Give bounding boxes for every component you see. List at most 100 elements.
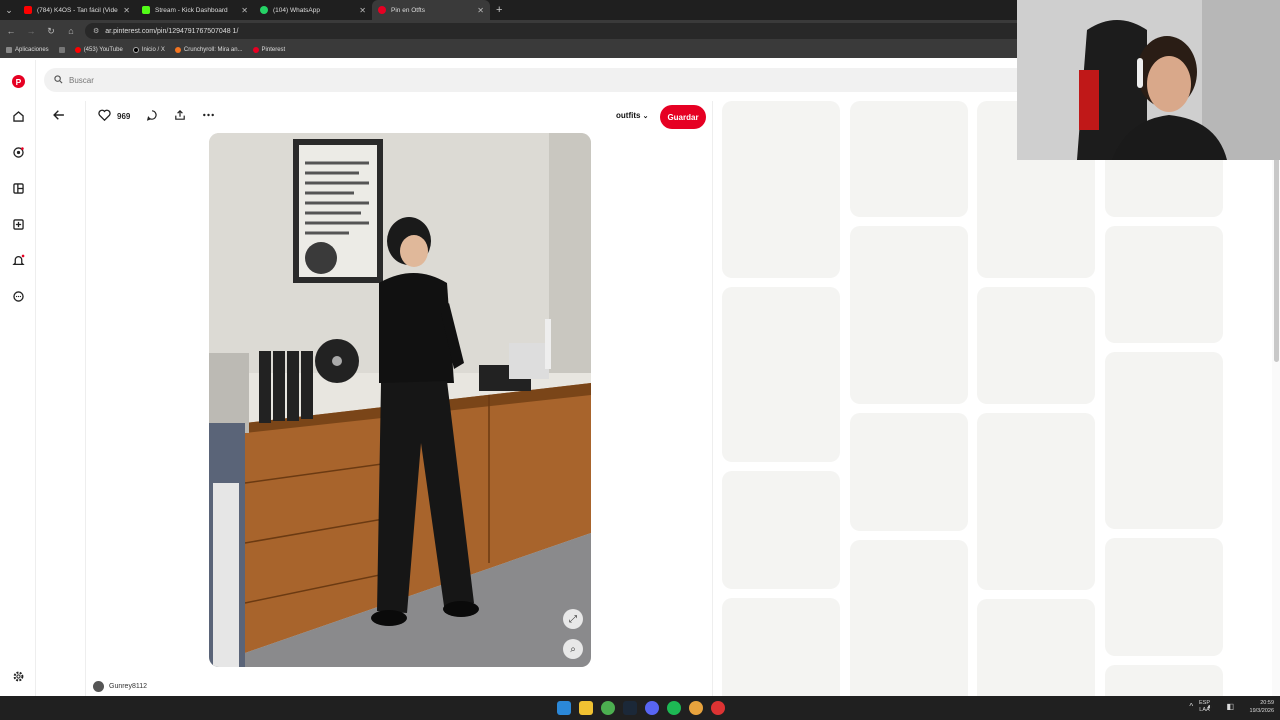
app-icon[interactable] <box>711 701 725 715</box>
bookmark-grid[interactable] <box>58 47 65 53</box>
pin-placeholder <box>1105 352 1223 529</box>
pin-placeholder <box>722 598 840 708</box>
visual-search-icon[interactable]: ⌕ <box>563 639 583 659</box>
bookmark-youtube[interactable]: (453) YouTube <box>74 47 123 53</box>
pin-placeholder <box>977 287 1095 404</box>
pin-placeholder <box>850 101 968 217</box>
pin-placeholder <box>977 599 1095 709</box>
create-icon[interactable] <box>9 215 27 233</box>
messages-icon[interactable] <box>9 287 27 305</box>
search-placeholder: Buscar <box>69 75 94 85</box>
left-sidebar: P <box>0 60 36 696</box>
forward-icon[interactable]: → <box>25 26 37 36</box>
bookmark-crunchyroll[interactable]: Crunchyroll: Mira an... <box>174 47 243 53</box>
pin-placeholder <box>1105 538 1223 656</box>
bookmark-label: Aplicaciones <box>15 47 49 53</box>
bookmark-label: (453) YouTube <box>83 47 123 53</box>
language-indicator[interactable]: ESP LAA <box>1199 700 1210 714</box>
pin-placeholder <box>977 413 1095 590</box>
crunchyroll-icon <box>174 47 181 53</box>
chevron-down-icon: ⌄ <box>642 113 649 120</box>
discord-icon[interactable] <box>645 701 659 715</box>
tab-whatsapp[interactable]: (104) WhatsApp ✕ <box>254 0 372 20</box>
file-explorer-icon[interactable] <box>579 701 593 715</box>
new-tab-button[interactable]: + <box>490 4 502 16</box>
reload-icon[interactable]: ↻ <box>45 26 57 37</box>
tab-youtube[interactable]: (784) K4OS - Tan fácil (Video O ✕ <box>18 0 136 20</box>
windows-taskbar: ^ ◐ ◧ ESP LAA 20:59 19/3/2026 <box>0 696 1280 720</box>
boards-icon[interactable] <box>9 179 27 197</box>
share-icon[interactable] <box>174 109 186 121</box>
webcam-illustration <box>1017 0 1280 160</box>
tray-icons[interactable]: ^ ◐ ◧ <box>1189 702 1240 711</box>
pin-placeholder <box>850 540 968 710</box>
bookmark-label: Inicio / X <box>141 47 165 53</box>
bookmark-pinterest[interactable]: Pinterest <box>252 47 286 53</box>
grid-icon <box>58 47 65 53</box>
pin-image[interactable]: ⤢ ⌕ <box>209 133 591 667</box>
pin-placeholder <box>722 101 840 278</box>
whatsapp-icon <box>260 6 268 14</box>
tab-pinterest[interactable]: Pin en Otfts ✕ <box>372 0 490 20</box>
expand-icon[interactable]: ⤢ <box>563 609 583 629</box>
windows-start-icon[interactable] <box>557 701 571 715</box>
pin-placeholder <box>722 471 840 589</box>
language-code: ESP <box>1198 700 1210 706</box>
apps-icon <box>6 47 12 53</box>
chrome-active-icon[interactable] <box>689 701 703 715</box>
youtube-icon <box>24 6 32 14</box>
home-icon[interactable]: ⌂ <box>65 26 77 36</box>
like-count: 969 <box>117 112 131 121</box>
bookmark-apps[interactable]: Aplicaciones <box>6 47 49 53</box>
settings-gear-icon[interactable] <box>9 667 27 685</box>
explore-icon[interactable] <box>9 143 27 161</box>
pin-placeholder <box>850 413 968 531</box>
board-selector[interactable]: outfits ⌄ <box>616 111 649 120</box>
webcam-overlay <box>1017 0 1280 160</box>
steam-icon[interactable] <box>623 701 637 715</box>
back-icon[interactable]: ← <box>5 26 17 36</box>
avatar <box>93 681 104 692</box>
more-options-icon[interactable] <box>202 109 215 121</box>
close-icon[interactable]: ✕ <box>359 6 366 15</box>
like-button[interactable]: 969 <box>98 109 130 124</box>
pinterest-icon <box>378 6 386 14</box>
keyboard-layout: LAA <box>1199 707 1210 713</box>
notifications-bell-icon[interactable] <box>9 251 27 269</box>
clock[interactable]: 20:59 19/3/2026 <box>1250 699 1274 715</box>
author-name: Gunrey8112 <box>109 683 148 690</box>
pin-author[interactable]: Gunrey8112 <box>93 681 147 692</box>
pinterest-icon <box>252 47 259 53</box>
kick-icon <box>142 6 150 14</box>
chrome-icon[interactable] <box>601 701 615 715</box>
bookmark-x[interactable]: Inicio / X <box>132 47 165 53</box>
comment-icon[interactable] <box>146 109 158 121</box>
bookmark-label: Pinterest <box>261 47 286 53</box>
save-button[interactable]: Guardar <box>660 105 706 129</box>
close-icon[interactable]: ✕ <box>241 6 248 15</box>
url-text: ar.pinterest.com/pin/1294791767507048 1/ <box>105 27 239 35</box>
svg-text:P: P <box>15 76 21 86</box>
close-icon[interactable]: ✕ <box>477 6 484 15</box>
heart-icon <box>98 109 111 124</box>
tab-title: (784) K4OS - Tan fácil (Video O <box>37 6 118 14</box>
home-icon[interactable] <box>9 107 27 125</box>
x-icon <box>132 47 139 53</box>
spotify-icon[interactable] <box>667 701 681 715</box>
tab-search-icon[interactable]: ⌄ <box>0 0 18 20</box>
tab-kick[interactable]: Stream - Kick Dashboard ✕ <box>136 0 254 20</box>
search-icon <box>54 74 63 86</box>
tab-title: (104) WhatsApp <box>273 6 320 14</box>
url-field[interactable]: ⚙ ar.pinterest.com/pin/1294791767507048 … <box>85 23 1025 39</box>
back-arrow-icon[interactable] <box>52 108 68 124</box>
clock-time: 20:59 <box>1260 700 1274 706</box>
pinterest-logo-icon[interactable]: P <box>9 72 27 90</box>
close-icon[interactable]: ✕ <box>123 6 130 15</box>
tab-title: Pin en Otfts <box>391 6 425 14</box>
clock-date: 19/3/2026 <box>1249 708 1274 714</box>
youtube-icon <box>74 47 81 53</box>
pin-toolbar: 969 outfits ⌄ Guardar <box>86 101 714 131</box>
pin-placeholder <box>722 287 840 462</box>
pin-placeholder <box>850 226 968 404</box>
site-info-icon[interactable]: ⚙ <box>93 27 99 35</box>
